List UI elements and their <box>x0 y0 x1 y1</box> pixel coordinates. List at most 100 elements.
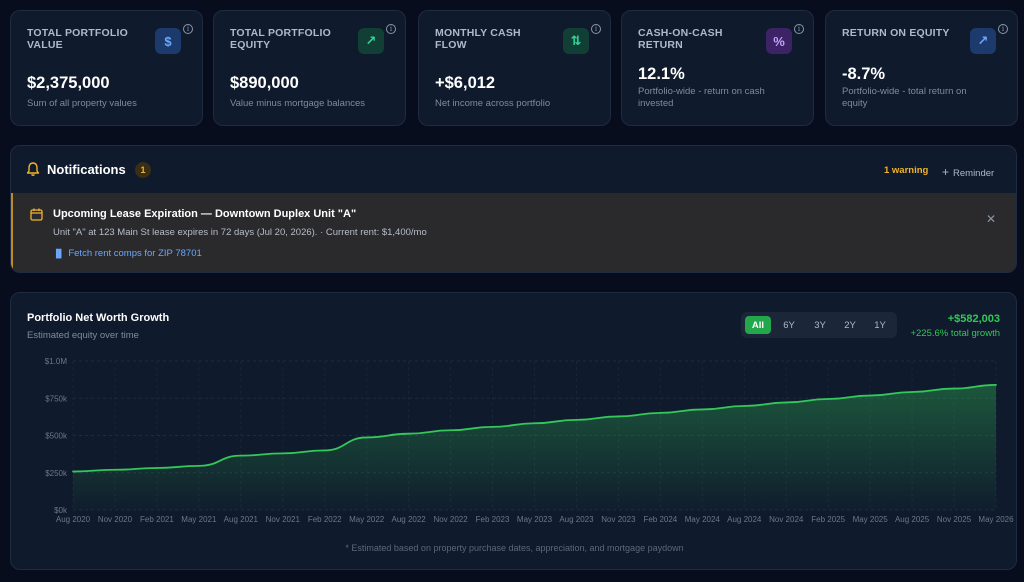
alert-title: Upcoming Lease Expiration — Downtown Dup… <box>53 208 357 220</box>
data-point <box>911 391 913 393</box>
data-point <box>323 449 326 452</box>
kpi-subtitle: Portfolio-wide - return on cash invested <box>638 86 765 109</box>
x-tick-label: Nov 2024 <box>769 515 804 524</box>
alert-body: Unit "A" at 123 Main St lease expires in… <box>53 227 427 238</box>
calendar-icon <box>30 208 43 221</box>
x-tick-label: Aug 2025 <box>895 515 930 524</box>
data-point <box>407 432 410 435</box>
data-point <box>617 415 620 418</box>
net-worth-area-chart: $0k $250k $500k $750k $1.0M Aug 2020 Nov 2020 F… <box>45 357 1014 524</box>
data-point <box>239 454 242 457</box>
x-tick-label: Aug 2022 <box>392 515 427 524</box>
y-tick-label: $250k <box>45 469 68 478</box>
y-tick-label: $1.0M <box>45 357 68 366</box>
data-point <box>953 387 955 390</box>
data-point <box>995 383 997 386</box>
data-point <box>72 470 74 473</box>
data-point <box>365 436 368 439</box>
kpi-label: TOTAL PORTFOLIO VALUE <box>27 27 128 51</box>
kpi-card-return-on-equity: RETURN ON EQUITY ↗ i -8.7% Portfolio-wid… <box>825 10 1018 126</box>
kpi-value: -8.7% <box>842 65 886 83</box>
x-tick-label: Nov 2020 <box>98 515 133 524</box>
notifications-panel: Notifications 1 1 warning + Reminder Upco… <box>10 145 1017 273</box>
x-tick-label: Nov 2025 <box>937 515 972 524</box>
x-tick-label: May 2026 <box>978 515 1014 524</box>
data-point <box>701 408 704 411</box>
kpi-row: TOTAL PORTFOLIO VALUE $ i $2,375,000 Sum… <box>10 10 1018 126</box>
x-tick-label: Aug 2020 <box>56 515 91 524</box>
kpi-value: +$6,012 <box>435 74 496 92</box>
kpi-label: MONTHLY CASH FLOW <box>435 27 521 51</box>
x-tick-label: May 2024 <box>685 515 721 524</box>
x-tick-label: Feb 2021 <box>140 515 174 524</box>
x-tick-label: Aug 2023 <box>559 515 594 524</box>
kpi-value: $2,375,000 <box>27 74 110 92</box>
x-tick-label: Aug 2024 <box>727 515 762 524</box>
x-tick-label: Aug 2021 <box>224 515 259 524</box>
kpi-card-total-portfolio-equity: TOTAL PORTFOLIO EQUITY ↗ i $890,000 Valu… <box>213 10 406 126</box>
close-icon[interactable]: ✕ <box>986 212 996 226</box>
chart-footnote: * Estimated based on property purchase d… <box>345 543 684 553</box>
data-point <box>743 405 746 407</box>
net-worth-chart-card: Portfolio Net Worth Growth Estimated equ… <box>10 292 1017 570</box>
kpi-card-monthly-cash-flow: MONTHLY CASH FLOW ⇅ i +$6,012 Net income… <box>418 10 611 126</box>
data-point <box>491 425 494 428</box>
reminder-label: Reminder <box>953 168 995 179</box>
data-point <box>659 411 662 414</box>
x-tick-label: Nov 2023 <box>601 515 636 524</box>
info-icon[interactable]: i <box>591 24 601 34</box>
kpi-subtitle: Portfolio-wide - total return on equity <box>842 86 967 109</box>
trending-up-icon: ↗ <box>358 28 384 54</box>
notifications-title: Notifications <box>47 162 126 177</box>
plus-icon: + <box>942 165 950 179</box>
data-point <box>827 398 830 400</box>
x-tick-label: May 2022 <box>349 515 385 524</box>
kpi-card-total-portfolio-value: TOTAL PORTFOLIO VALUE $ i $2,375,000 Sum… <box>10 10 203 126</box>
notification-count-badge: 1 <box>135 162 151 178</box>
data-point <box>281 452 284 455</box>
info-icon[interactable]: i <box>794 24 804 34</box>
percent-icon: % <box>766 28 792 54</box>
fetch-rent-comps-link[interactable]: ▐▌ Fetch rent comps for ZIP 78701 <box>53 248 202 259</box>
kpi-label: TOTAL PORTFOLIO EQUITY <box>230 27 331 51</box>
x-tick-label: May 2025 <box>853 515 889 524</box>
x-tick-label: Nov 2021 <box>266 515 301 524</box>
y-tick-label: $0k <box>54 506 68 515</box>
info-icon[interactable]: i <box>183 24 193 34</box>
fetch-rent-comps-label: Fetch rent comps for ZIP 78701 <box>68 248 202 259</box>
kpi-label: RETURN ON EQUITY <box>842 27 950 39</box>
info-icon[interactable]: i <box>998 24 1008 34</box>
x-tick-label: May 2021 <box>181 515 217 524</box>
x-tick-label: Feb 2024 <box>643 515 677 524</box>
x-tick-label: Feb 2023 <box>476 515 510 524</box>
data-point <box>449 429 452 432</box>
kpi-label: CASH-ON-CASH RETURN <box>638 27 723 51</box>
y-tick-label: $500k <box>45 432 68 441</box>
x-tick-label: Nov 2022 <box>433 515 468 524</box>
info-icon[interactable]: i <box>386 24 396 34</box>
kpi-subtitle: Value minus mortgage balances <box>230 98 366 109</box>
kpi-value: $890,000 <box>230 74 299 92</box>
data-point <box>533 422 536 425</box>
data-point <box>869 394 872 397</box>
dollar-icon: $ <box>155 28 181 54</box>
data-point <box>114 468 116 471</box>
kpi-card-cash-on-cash-return: CASH-ON-CASH RETURN % i 12.1% Portfolio-… <box>621 10 814 126</box>
add-reminder-button[interactable]: + Reminder <box>942 165 994 179</box>
notifications-header: Notifications 1 1 warning + Reminder <box>11 146 1016 192</box>
bar-chart-icon: ▐▌ <box>53 249 65 258</box>
data-point <box>575 418 578 421</box>
x-tick-label: May 2023 <box>517 515 553 524</box>
arrows-up-down-icon: ⇅ <box>563 28 589 54</box>
lease-expiration-alert: Upcoming Lease Expiration — Downtown Dup… <box>11 193 1016 272</box>
kpi-subtitle: Net income across portfolio <box>435 98 551 109</box>
kpi-value: 12.1% <box>638 65 685 83</box>
x-tick-label: Feb 2022 <box>308 515 342 524</box>
bell-icon <box>26 162 40 176</box>
warning-count[interactable]: 1 warning <box>884 165 928 176</box>
data-point <box>197 464 200 467</box>
kpi-subtitle: Sum of all property values <box>27 98 137 109</box>
x-tick-label: Feb 2025 <box>811 515 845 524</box>
data-point <box>785 401 788 404</box>
y-tick-label: $750k <box>45 394 68 403</box>
